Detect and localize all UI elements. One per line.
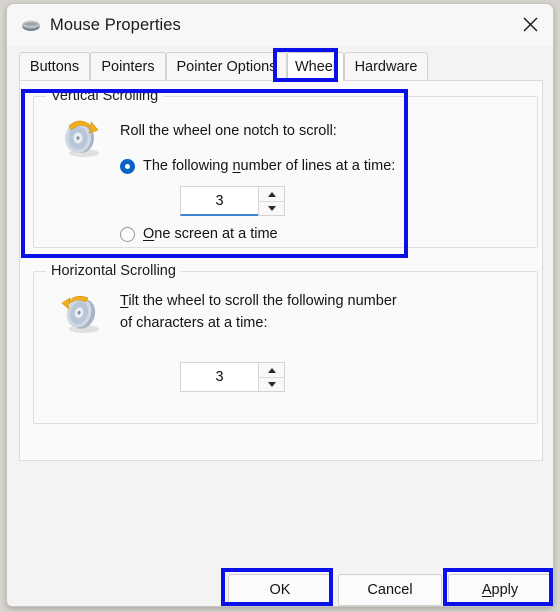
chars-spinner-up-button[interactable] <box>259 363 284 377</box>
close-button[interactable] <box>507 4 553 45</box>
title-bar-left: Mouse Properties <box>21 13 181 37</box>
ok-button[interactable]: OK <box>228 574 332 606</box>
close-icon <box>523 17 538 32</box>
apply-button[interactable]: Apply <box>448 574 552 606</box>
chevron-down-icon <box>267 206 276 211</box>
title-bar: Mouse Properties <box>7 4 553 46</box>
radio-following-lines-label: The following number of lines at a time: <box>143 158 396 174</box>
lines-spinner[interactable]: 3 <box>180 186 285 216</box>
chevron-up-icon <box>267 191 276 197</box>
vertical-scrolling-legend: Vertical Scrolling <box>46 88 164 104</box>
lines-spinner-value[interactable]: 3 <box>180 186 258 216</box>
chevron-up-icon <box>267 367 276 373</box>
vertical-prompt-text: Roll the wheel one notch to scroll: <box>120 123 337 139</box>
radio-one-screen-label: One screen at a time <box>143 226 278 242</box>
cancel-button[interactable]: Cancel <box>338 574 442 606</box>
radio-following-lines[interactable]: The following number of lines at a time: <box>120 158 395 174</box>
tab-wheel[interactable]: Wheel <box>287 52 344 81</box>
mouse-properties-dialog: Mouse Properties Buttons Pointers Pointe… <box>6 3 554 607</box>
tab-buttons[interactable]: Buttons <box>19 52 90 81</box>
horizontal-prompt-line1: Tilt the wheel to scroll the following n… <box>120 293 397 309</box>
wheel-tab-page: Vertical Scrolling Roll the wheel one no… <box>19 80 543 461</box>
horizontal-prompt-line2: of characters at a time: <box>120 315 268 331</box>
tab-hardware[interactable]: Hardware <box>344 52 428 81</box>
lines-spinner-buttons <box>258 186 285 216</box>
radio-one-screen-indicator[interactable] <box>120 226 135 242</box>
chars-spinner-down-button[interactable] <box>259 377 284 391</box>
chars-spinner-value[interactable]: 3 <box>180 362 258 392</box>
tab-pointer-options[interactable]: Pointer Options <box>166 52 287 81</box>
radio-following-lines-indicator[interactable] <box>120 158 135 174</box>
tab-pointers[interactable]: Pointers <box>90 52 166 81</box>
scroll-wheel-vertical-icon <box>58 113 106 166</box>
mouse-icon <box>21 17 41 33</box>
tab-strip: Buttons Pointers Pointer Options Wheel H… <box>19 52 543 81</box>
vertical-scrolling-group: Vertical Scrolling Roll the wheel one no… <box>33 88 538 248</box>
lines-spinner-down-button[interactable] <box>259 201 284 215</box>
scroll-wheel-horizontal-icon <box>58 288 106 341</box>
lines-spinner-up-button[interactable] <box>259 187 284 201</box>
radio-one-screen[interactable]: One screen at a time <box>120 226 278 242</box>
window-title: Mouse Properties <box>50 15 181 34</box>
chars-spinner-buttons <box>258 362 285 392</box>
chars-spinner[interactable]: 3 <box>180 362 285 392</box>
horizontal-scrolling-legend: Horizontal Scrolling <box>46 263 181 279</box>
chevron-down-icon <box>267 382 276 387</box>
horizontal-scrolling-group: Horizontal Scrolling Tilt the wheel to s… <box>33 263 538 424</box>
